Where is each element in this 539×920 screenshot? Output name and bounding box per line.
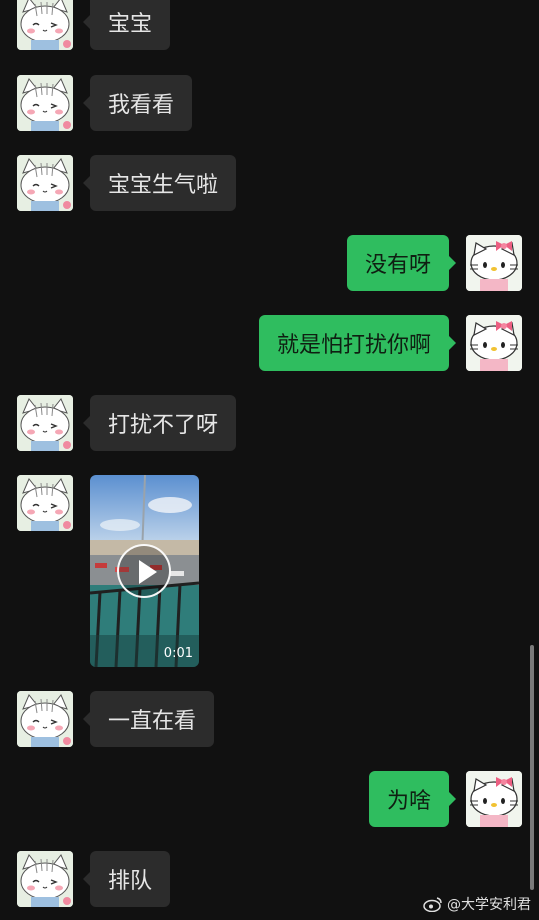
play-icon[interactable] — [117, 544, 171, 598]
message-bubble[interactable]: 为啥 — [368, 771, 457, 827]
message-bubble[interactable]: 宝宝 — [82, 0, 171, 50]
message-bubble[interactable]: 我看看 — [82, 75, 193, 131]
cat-avatar-icon[interactable] — [17, 395, 73, 451]
cat-avatar-icon[interactable] — [17, 75, 73, 131]
watermark: @大学安利君 — [423, 894, 531, 914]
scrollbar[interactable] — [530, 645, 534, 890]
hello-kitty-avatar-icon[interactable] — [466, 235, 522, 291]
hello-kitty-avatar-icon[interactable] — [466, 315, 522, 371]
video-duration: 0:01 — [163, 646, 193, 661]
message-bubble[interactable]: 宝宝生气啦 — [82, 155, 237, 211]
hello-kitty-avatar-icon[interactable] — [466, 771, 522, 827]
watermark-text: @大学安利君 — [447, 897, 531, 913]
video-message[interactable]: 0:01 — [90, 475, 199, 667]
message-bubble[interactable]: 没有呀 — [346, 235, 457, 291]
message-bubble[interactable]: 打扰不了呀 — [82, 395, 237, 451]
cat-avatar-icon[interactable] — [17, 851, 73, 907]
cat-avatar-icon[interactable] — [17, 155, 73, 211]
cat-avatar-icon[interactable] — [17, 0, 73, 50]
message-bubble[interactable]: 一直在看 — [82, 691, 215, 747]
cat-avatar-icon[interactable] — [17, 475, 73, 531]
message-bubble[interactable]: 就是怕打扰你啊 — [258, 315, 457, 371]
cat-avatar-icon[interactable] — [17, 691, 73, 747]
message-bubble[interactable]: 排队 — [82, 851, 171, 907]
weibo-icon — [423, 897, 442, 912]
